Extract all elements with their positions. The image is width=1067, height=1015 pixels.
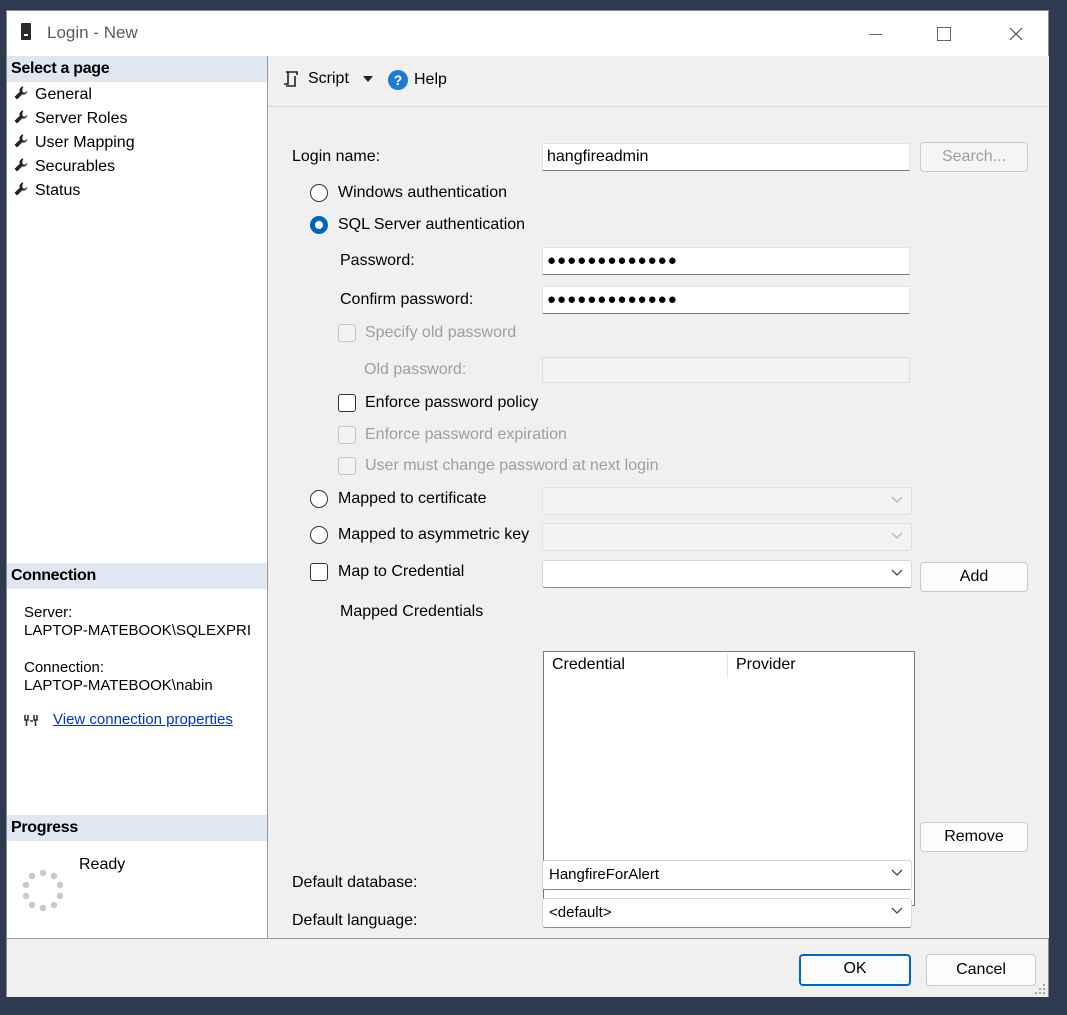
- progress-header: Progress: [7, 815, 267, 841]
- chevron-down-icon: [891, 496, 903, 503]
- confirm-password-input[interactable]: ●●●●●●●●●●●●●: [542, 286, 910, 314]
- minimize-button[interactable]: [852, 11, 898, 56]
- login-name-input[interactable]: hangfireadmin: [542, 143, 910, 171]
- asymmetric-key-select[interactable]: [542, 523, 912, 551]
- server-value: LAPTOP-MATEBOOK\SQLEXPRI: [24, 622, 252, 639]
- wrench-icon: [14, 134, 28, 148]
- default-database-select[interactable]: HangfireForAlert: [542, 860, 912, 890]
- page-item-general[interactable]: General: [13, 84, 92, 106]
- dialog-footer: OK Cancel: [7, 938, 1048, 997]
- enforce-policy-checkbox[interactable]: [338, 394, 356, 412]
- wrench-icon: [14, 86, 28, 100]
- mapped-asym-radio[interactable]: [310, 526, 328, 544]
- connection-properties-icon: [23, 712, 43, 732]
- page-item-label: Securables: [35, 158, 116, 175]
- wrench-icon: [14, 110, 28, 124]
- select-page-header: Select a page: [7, 56, 267, 82]
- help-icon: ?: [388, 70, 408, 90]
- enforce-expiration-label: Enforce password expiration: [365, 426, 567, 443]
- old-password-input[interactable]: [542, 357, 910, 383]
- old-password-label: Old password:: [364, 361, 467, 378]
- sql-auth-radio[interactable]: [310, 216, 328, 234]
- toolbar: Script ? Help: [268, 56, 1049, 107]
- windows-auth-label: Windows authentication: [338, 184, 507, 201]
- credential-select[interactable]: [542, 560, 912, 588]
- map-credential-checkbox[interactable]: [310, 563, 328, 581]
- credential-column-header[interactable]: Credential: [552, 656, 625, 674]
- ok-button[interactable]: OK: [799, 954, 911, 986]
- script-label: Script: [308, 70, 349, 87]
- mapped-cert-radio[interactable]: [310, 490, 328, 508]
- view-connection-properties-link[interactable]: View connection properties: [53, 711, 233, 728]
- specify-old-password-label: Specify old password: [365, 324, 517, 341]
- specify-old-password-checkbox[interactable]: [338, 324, 356, 342]
- wrench-icon: [14, 182, 28, 196]
- default-language-label: Default language:: [292, 912, 418, 929]
- wrench-icon: [14, 158, 28, 172]
- dropdown-arrow-icon: [362, 76, 373, 82]
- chevron-down-icon: [891, 569, 903, 576]
- provider-column-header[interactable]: Provider: [736, 656, 796, 674]
- certificate-select[interactable]: [542, 487, 912, 515]
- default-database-label: Default database:: [292, 874, 418, 891]
- general-page-content: Login name: hangfireadmin Search... Wind…: [268, 107, 1049, 938]
- maximize-icon: [937, 27, 951, 42]
- help-label: Help: [414, 71, 447, 88]
- default-language-value: <default>: [549, 904, 612, 921]
- default-database-value: HangfireForAlert: [549, 866, 660, 883]
- confirm-password-label: Confirm password:: [340, 291, 474, 308]
- remove-button[interactable]: Remove: [920, 822, 1028, 852]
- page-item-label: Status: [35, 182, 81, 199]
- chevron-down-icon: [891, 869, 903, 876]
- server-label: Server:: [24, 604, 73, 621]
- mapped-asym-label: Mapped to asymmetric key: [338, 526, 530, 543]
- password-label: Password:: [340, 252, 415, 269]
- window-title: Login - New: [47, 23, 138, 42]
- progress-spinner-icon: [22, 869, 64, 912]
- password-input[interactable]: ●●●●●●●●●●●●●: [542, 247, 910, 275]
- right-pane: Script ? Help Login name: hangfireadmin …: [268, 56, 1049, 938]
- page-item-securables[interactable]: Securables: [13, 156, 115, 178]
- must-change-label: User must change password at next login: [365, 457, 659, 474]
- svg-text:?: ?: [394, 72, 403, 88]
- windows-auth-radio[interactable]: [310, 184, 328, 202]
- page-item-label: User Mapping: [35, 134, 135, 151]
- title-bar[interactable]: Login - New: [7, 11, 1048, 56]
- left-pane: Select a page General Server Roles User …: [7, 56, 268, 938]
- page-item-label: Server Roles: [35, 110, 128, 127]
- must-change-checkbox[interactable]: [338, 457, 356, 475]
- page-item-user-mapping[interactable]: User Mapping: [13, 132, 135, 154]
- ssms-app-icon: [21, 23, 31, 40]
- close-icon: [1009, 27, 1023, 41]
- script-icon: [284, 71, 298, 87]
- help-button[interactable]: ? Help: [388, 70, 447, 90]
- default-language-select[interactable]: <default>: [542, 898, 912, 928]
- page-item-label: General: [35, 86, 92, 103]
- page-item-server-roles[interactable]: Server Roles: [13, 108, 127, 130]
- login-name-label: Login name:: [292, 148, 381, 165]
- sql-auth-label: SQL Server authentication: [338, 216, 526, 233]
- connection-value: LAPTOP-MATEBOOK\nabin: [24, 677, 213, 694]
- minimize-icon: [868, 33, 882, 35]
- search-button[interactable]: Search...: [920, 142, 1028, 172]
- mapped-cert-label: Mapped to certificate: [338, 490, 487, 507]
- enforce-policy-label: Enforce password policy: [365, 394, 539, 411]
- cancel-button[interactable]: Cancel: [926, 954, 1036, 986]
- chevron-down-icon: [891, 907, 903, 914]
- chevron-down-icon: [891, 532, 903, 539]
- add-button[interactable]: Add: [920, 562, 1028, 592]
- connection-label: Connection:: [24, 659, 105, 676]
- progress-status: Ready: [79, 856, 126, 873]
- maximize-button[interactable]: [921, 11, 967, 56]
- login-new-dialog: Login - New Select a page General Server…: [6, 10, 1049, 997]
- script-button[interactable]: Script: [282, 70, 373, 88]
- connection-header: Connection: [7, 563, 267, 589]
- column-separator: [727, 654, 728, 678]
- enforce-expiration-checkbox[interactable]: [338, 426, 356, 444]
- page-item-status[interactable]: Status: [13, 180, 80, 202]
- map-credential-label: Map to Credential: [338, 563, 465, 580]
- resize-grip-icon[interactable]: [1034, 983, 1046, 995]
- mapped-credentials-label: Mapped Credentials: [340, 603, 484, 620]
- close-button[interactable]: [993, 11, 1039, 56]
